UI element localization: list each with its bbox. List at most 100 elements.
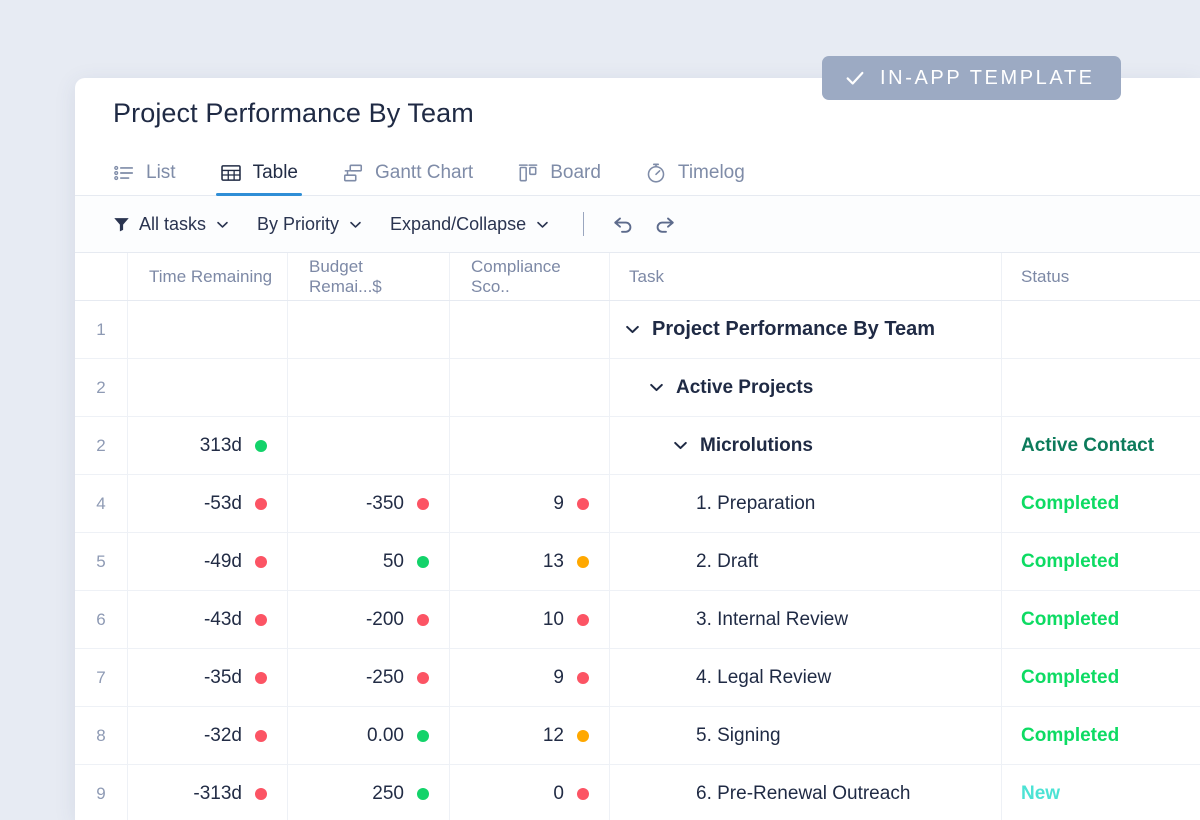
cell-compliance-score[interactable]	[450, 301, 610, 358]
tab-table[interactable]: Table	[215, 162, 320, 196]
cell-time-remaining[interactable]: -313d	[128, 765, 288, 820]
cell-budget-remaining[interactable]	[288, 301, 450, 358]
cell-compliance-score[interactable]	[450, 417, 610, 474]
budget-remaining: -350	[302, 493, 435, 515]
cell-budget-remaining[interactable]: -200	[288, 591, 450, 648]
cell-task[interactable]: 6. Pre-Renewal Outreach	[610, 765, 1002, 820]
column-header-compliance[interactable]: Compliance Sco..	[450, 253, 610, 300]
tab-list[interactable]: List	[113, 162, 198, 195]
cell-task[interactable]: 4. Legal Review	[610, 649, 1002, 706]
cell-time-remaining[interactable]: -49d	[128, 533, 288, 590]
cell-task[interactable]: 3. Internal Review	[610, 591, 1002, 648]
cell-status[interactable]	[1002, 359, 1200, 416]
table-toolbar: All tasks By Priority Expand/Collapse	[75, 196, 1200, 253]
table-row[interactable]: 4 -53d -350 9 1. Preparation Completed	[75, 475, 1200, 533]
compliance-score: 9	[464, 493, 595, 515]
row-number: 1	[75, 301, 128, 358]
task-tree-node: Microlutions	[624, 435, 987, 457]
cell-compliance-score[interactable]: 13	[450, 533, 610, 590]
cell-compliance-score[interactable]: 12	[450, 707, 610, 764]
cell-compliance-score[interactable]: 9	[450, 475, 610, 532]
time-remaining-value: -32d	[203, 724, 242, 746]
cell-budget-remaining[interactable]: -350	[288, 475, 450, 532]
column-header-task[interactable]: Task	[610, 253, 1002, 300]
cell-status[interactable]: Completed	[1002, 533, 1200, 590]
cell-time-remaining[interactable]	[128, 359, 288, 416]
chevron-down-icon[interactable]	[672, 437, 689, 454]
task-tree-node: 4. Legal Review	[624, 667, 987, 689]
cell-status[interactable]: Active Contact	[1002, 417, 1200, 474]
cell-task[interactable]: Microlutions	[610, 417, 1002, 474]
task-label: 1. Preparation	[696, 492, 816, 514]
cell-task[interactable]: Active Projects	[610, 359, 1002, 416]
table-row[interactable]: 6 -43d -200 10 3. Internal Review Completed	[75, 591, 1200, 649]
cell-task[interactable]: 1. Preparation	[610, 475, 1002, 532]
filter-all-tasks[interactable]: All tasks	[113, 214, 230, 235]
cell-task[interactable]: Project Performance By Team	[610, 301, 1002, 358]
column-header-time[interactable]: Time Remaining	[128, 253, 288, 300]
time-remaining: -49d	[142, 551, 273, 573]
cell-compliance-score[interactable]	[450, 359, 610, 416]
compliance-score: 12	[464, 725, 595, 747]
cell-budget-remaining[interactable]: 250	[288, 765, 450, 820]
cell-time-remaining[interactable]: -35d	[128, 649, 288, 706]
table-row[interactable]: 8 -32d 0.00 12 5. Signing Completed	[75, 707, 1200, 765]
cell-budget-remaining[interactable]	[288, 417, 450, 474]
chevron-down-icon[interactable]	[648, 379, 665, 396]
table-body: 1 Project Performance By Team 2 Active Proj…	[75, 301, 1200, 820]
column-header-budget[interactable]: Budget Remai...$	[288, 253, 450, 300]
time-remaining-status-dot	[255, 497, 267, 510]
tab-board[interactable]: Board	[517, 162, 623, 195]
cell-budget-remaining[interactable]	[288, 359, 450, 416]
time-remaining-value: -43d	[203, 608, 242, 630]
badge-label: IN-APP TEMPLATE	[880, 66, 1095, 89]
column-header-rownum[interactable]	[75, 253, 128, 300]
cell-budget-remaining[interactable]: 50	[288, 533, 450, 590]
status-badge: Active Contact	[1021, 434, 1155, 456]
status-badge: Completed	[1021, 724, 1120, 746]
cell-budget-remaining[interactable]: 0.00	[288, 707, 450, 764]
row-number: 9	[75, 765, 128, 820]
cell-task[interactable]: 5. Signing	[610, 707, 1002, 764]
cell-status[interactable]: New	[1002, 765, 1200, 820]
time-remaining-status-dot	[255, 613, 267, 626]
task-label: 2. Draft	[696, 550, 759, 572]
cell-compliance-score[interactable]: 10	[450, 591, 610, 648]
cell-status[interactable]: Completed	[1002, 475, 1200, 532]
gantt-icon	[343, 164, 363, 182]
cell-time-remaining[interactable]: 313d	[128, 417, 288, 474]
cell-time-remaining[interactable]: -43d	[128, 591, 288, 648]
table-row[interactable]: 7 -35d -250 9 4. Legal Review Completed	[75, 649, 1200, 707]
undo-icon	[614, 217, 632, 233]
cell-compliance-score[interactable]: 0	[450, 765, 610, 820]
cell-status[interactable]: Completed	[1002, 649, 1200, 706]
expand-collapse[interactable]: Expand/Collapse	[390, 214, 550, 235]
tab-gantt-chart[interactable]: Gantt Chart	[342, 162, 495, 195]
cell-time-remaining[interactable]: -32d	[128, 707, 288, 764]
table-row[interactable]: 2 313d Microlutions Active Contact	[75, 417, 1200, 475]
cell-task[interactable]: 2. Draft	[610, 533, 1002, 590]
cell-status[interactable]	[1002, 301, 1200, 358]
list-icon	[114, 165, 134, 181]
sort-by-priority[interactable]: By Priority	[257, 214, 363, 235]
column-header-status[interactable]: Status	[1002, 253, 1200, 300]
table-row[interactable]: 5 -49d 50 13 2. Draft Completed	[75, 533, 1200, 591]
table-row[interactable]: 2 Active Projects	[75, 359, 1200, 417]
cell-compliance-score[interactable]: 9	[450, 649, 610, 706]
budget-remaining-status-dot	[417, 613, 429, 626]
cell-time-remaining[interactable]: -53d	[128, 475, 288, 532]
chevron-down-icon[interactable]	[624, 321, 641, 338]
table-row[interactable]: 1 Project Performance By Team	[75, 301, 1200, 359]
table-row[interactable]: 9 -313d 250 0 6. Pre-Renewal Outreach New	[75, 765, 1200, 820]
table-icon	[220, 165, 241, 181]
cell-status[interactable]: Completed	[1002, 707, 1200, 764]
redo-button[interactable]	[648, 207, 682, 241]
cell-budget-remaining[interactable]: -250	[288, 649, 450, 706]
budget-remaining-value: 50	[382, 550, 404, 572]
tab-timelog[interactable]: Timelog	[645, 162, 767, 195]
time-remaining-status-dot	[255, 439, 267, 452]
undo-button[interactable]	[606, 207, 640, 241]
cell-status[interactable]: Completed	[1002, 591, 1200, 648]
cell-time-remaining[interactable]	[128, 301, 288, 358]
task-label: 6. Pre-Renewal Outreach	[696, 782, 911, 804]
